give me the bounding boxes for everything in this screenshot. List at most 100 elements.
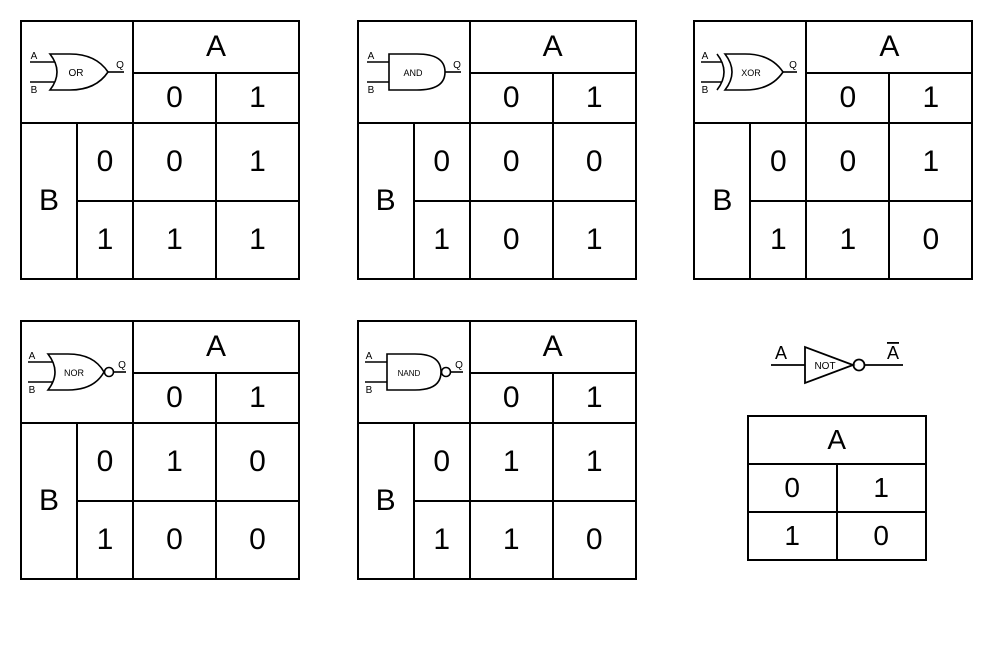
cell: 0 (837, 512, 926, 560)
not-truth-table: A 0 1 1 0 (747, 415, 927, 561)
svg-text:Q: Q (789, 60, 797, 71)
col-header-a: A (133, 321, 299, 373)
row-header-b: B (358, 423, 414, 579)
cell: 0 (806, 123, 889, 201)
cell: 1 (216, 123, 299, 201)
row-header-1: 1 (750, 201, 806, 279)
col-header-a: A (748, 416, 926, 464)
nor-gate-icon: A B Q NOR (22, 322, 132, 422)
cell: 0 (133, 501, 216, 579)
cell: 1 (133, 423, 216, 501)
svg-text:Q: Q (116, 60, 124, 71)
cell: 1 (837, 464, 926, 512)
cell: 0 (133, 123, 216, 201)
cell: 0 (216, 423, 299, 501)
xor-truth-table: A B Q XOR A 0 1 B 0 0 1 (693, 20, 973, 280)
col-header-a: A (470, 21, 636, 73)
not-gate-label: NOT (814, 361, 835, 372)
col-header-0: 0 (133, 373, 216, 423)
nor-gate-label: NOR (64, 368, 85, 378)
svg-text:A: A (365, 351, 372, 362)
nand-gate-block: A B Q NAND A 0 1 B 0 1 1 (357, 320, 644, 580)
row-header-1: 1 (414, 501, 470, 579)
row-header-0: 0 (750, 123, 806, 201)
and-gate-block: A B Q AND A 0 1 B 0 0 0 (357, 20, 644, 280)
row-header-b: B (21, 423, 77, 579)
cell: 1 (133, 201, 216, 279)
cell: 0 (553, 501, 636, 579)
col-header-0: 0 (470, 73, 553, 123)
or-gate-label: OR (69, 68, 84, 79)
row-header-0: 0 (77, 423, 133, 501)
nand-gate-icon-cell: A B Q NAND (358, 321, 470, 423)
not-gate-block: A A NOT A 0 1 1 0 (693, 320, 980, 580)
or-gate-icon: A B Q OR (22, 22, 132, 122)
col-header-1: 1 (553, 373, 636, 423)
cell: 1 (806, 201, 889, 279)
col-header-0: 0 (133, 73, 216, 123)
xor-gate-block: A B Q XOR A 0 1 B 0 0 1 (693, 20, 980, 280)
row-header-0: 0 (414, 423, 470, 501)
cell: 0 (748, 464, 837, 512)
row-header-b: B (21, 123, 77, 279)
cell: 0 (470, 123, 553, 201)
not-output-label: A (887, 343, 899, 363)
cell: 0 (889, 201, 972, 279)
svg-text:A: A (702, 51, 709, 62)
xor-gate-icon: A B Q XOR (695, 22, 805, 122)
col-header-a: A (133, 21, 299, 73)
nor-truth-table: A B Q NOR A 0 1 B 0 1 0 (20, 320, 300, 580)
svg-text:B: B (702, 85, 709, 96)
col-header-1: 1 (216, 73, 299, 123)
cell: 0 (553, 123, 636, 201)
and-truth-table: A B Q AND A 0 1 B 0 0 0 (357, 20, 637, 280)
or-truth-table: A B Q OR A 0 1 B 0 0 1 (20, 20, 300, 280)
cell: 1 (889, 123, 972, 201)
nor-gate-block: A B Q NOR A 0 1 B 0 1 0 (20, 320, 307, 580)
nand-gate-label: NAND (397, 369, 420, 378)
xor-gate-label: XOR (742, 68, 762, 78)
svg-text:Q: Q (455, 360, 463, 371)
svg-text:B: B (29, 385, 36, 396)
cell: 1 (553, 423, 636, 501)
and-gate-icon-cell: A B Q AND (358, 21, 470, 123)
col-header-0: 0 (470, 373, 553, 423)
svg-text:Q: Q (453, 60, 461, 71)
col-header-1: 1 (889, 73, 972, 123)
cell: 1 (216, 201, 299, 279)
xor-gate-icon-cell: A B Q XOR (694, 21, 806, 123)
col-header-1: 1 (553, 73, 636, 123)
svg-text:A: A (29, 351, 36, 362)
col-header-1: 1 (216, 373, 299, 423)
row-header-0: 0 (77, 123, 133, 201)
cell: 1 (553, 201, 636, 279)
cell: 0 (470, 201, 553, 279)
svg-text:B: B (31, 85, 38, 96)
svg-text:B: B (367, 85, 374, 96)
nor-gate-icon-cell: A B Q NOR (21, 321, 133, 423)
gates-grid: A B Q OR A 0 1 B 0 0 1 (10, 10, 990, 590)
cell: 1 (470, 423, 553, 501)
or-gate-block: A B Q OR A 0 1 B 0 0 1 (20, 20, 307, 280)
cell: 0 (216, 501, 299, 579)
svg-text:A: A (31, 51, 38, 62)
row-header-b: B (358, 123, 414, 279)
row-header-b: B (694, 123, 750, 279)
nand-truth-table: A B Q NAND A 0 1 B 0 1 1 (357, 320, 637, 580)
cell: 1 (748, 512, 837, 560)
col-header-a: A (470, 321, 636, 373)
row-header-1: 1 (77, 201, 133, 279)
not-input-label: A (775, 343, 787, 363)
col-header-0: 0 (806, 73, 889, 123)
row-header-0: 0 (414, 123, 470, 201)
cell: 1 (470, 501, 553, 579)
and-gate-label: AND (403, 68, 423, 78)
or-gate-icon-cell: A B Q OR (21, 21, 133, 123)
svg-text:A: A (367, 51, 374, 62)
svg-text:B: B (365, 385, 372, 396)
not-gate-icon: A A NOT (757, 339, 917, 395)
col-header-a: A (806, 21, 972, 73)
and-gate-icon: A B Q AND (359, 22, 469, 122)
row-header-1: 1 (414, 201, 470, 279)
row-header-1: 1 (77, 501, 133, 579)
